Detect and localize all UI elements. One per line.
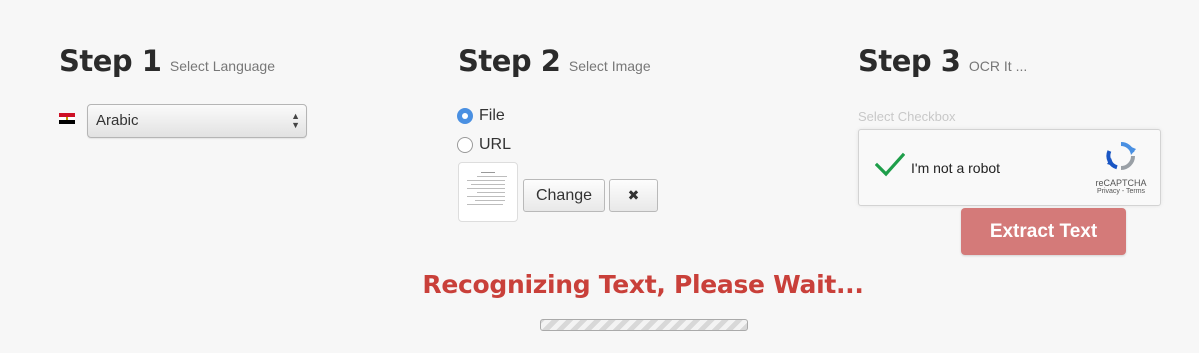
- step3-subtitle: OCR It ...: [968, 58, 1028, 74]
- step1-subtitle: Select Language: [169, 58, 275, 74]
- step3-title: Step 3: [858, 44, 961, 78]
- radio-url[interactable]: [457, 137, 473, 153]
- progress-bar: [540, 319, 748, 331]
- image-thumbnail: [458, 162, 518, 222]
- egypt-flag-icon: [59, 113, 75, 124]
- step1-title: Step 1: [59, 44, 162, 78]
- language-select[interactable]: Arabic ▲ ▼: [87, 104, 307, 138]
- recaptcha-logo-icon: [1105, 141, 1137, 176]
- recaptcha-label: I'm not a robot: [911, 160, 1001, 176]
- recaptcha-logo: reCAPTCHA Privacy - Terms: [1089, 140, 1153, 195]
- radio-file-label: File: [479, 107, 505, 124]
- language-select-value: Arabic: [96, 112, 139, 129]
- step2-title: Step 2: [458, 44, 561, 78]
- step3-heading: Step 3 OCR It ...: [858, 44, 1027, 78]
- radio-url-label: URL: [479, 136, 512, 153]
- extract-text-button[interactable]: Extract Text: [961, 208, 1126, 255]
- checkmark-icon[interactable]: [874, 152, 906, 183]
- recaptcha-widget: I'm not a robot reCAPTCHA Privacy - Term…: [858, 129, 1161, 206]
- radio-file-option[interactable]: File: [457, 107, 505, 125]
- radio-url-option[interactable]: URL: [457, 136, 511, 154]
- radio-file[interactable]: [457, 108, 473, 124]
- updown-arrows-icon: ▲ ▼: [291, 111, 300, 130]
- status-message: Recognizing Text, Please Wait...: [422, 270, 864, 299]
- close-icon[interactable]: ✖: [609, 179, 658, 212]
- change-button[interactable]: Change: [523, 179, 605, 212]
- step2-subtitle: Select Image: [568, 58, 651, 74]
- step2-heading: Step 2 Select Image: [458, 44, 651, 78]
- recaptcha-brand: reCAPTCHA: [1095, 178, 1147, 188]
- checkbox-hint: Select Checkbox: [858, 109, 956, 124]
- step1-heading: Step 1 Select Language: [59, 44, 275, 78]
- recaptcha-privacy-terms[interactable]: Privacy - Terms: [1089, 188, 1153, 195]
